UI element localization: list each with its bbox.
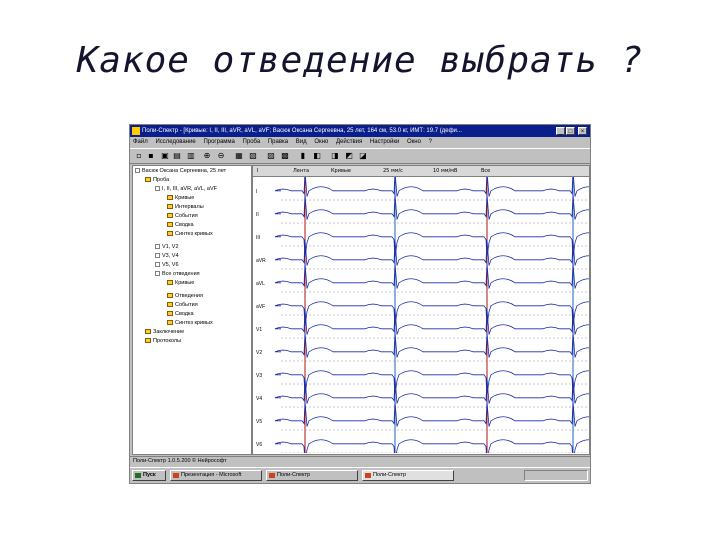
ecg-trace — [274, 439, 589, 453]
taskbar-item[interactable]: Поли-Спектр — [362, 470, 454, 481]
ecg-trace — [274, 370, 589, 396]
grid-icon[interactable]: ▧ — [248, 151, 258, 161]
ecg-header-field[interactable]: 25 мм/с — [383, 166, 403, 176]
menu-item[interactable]: Файл — [133, 139, 148, 145]
chart-icon[interactable]: ▮ — [298, 151, 308, 161]
menu-item[interactable]: Настройки — [370, 139, 399, 145]
new-icon[interactable]: ▫ — [134, 151, 144, 161]
tree-item[interactable]: Проба — [145, 176, 169, 184]
slide-title: Какое отведение выбрать ? — [76, 40, 644, 81]
minimize-button[interactable]: _ — [556, 127, 565, 135]
tree-panel: Васюк Оксана Сергеевна, 25 лет Проба I, … — [132, 165, 252, 455]
ecg-trace — [274, 240, 589, 266]
lead-icon[interactable]: ▨ — [266, 151, 276, 161]
ecg-header-field[interactable]: Кривые — [331, 166, 351, 176]
app-screenshot: Поли-Спектр - [Кривые: I, II, III, aVR, … — [129, 124, 591, 484]
tree-item[interactable]: I, II, III, aVR, aVL, aVF — [155, 185, 217, 193]
lead-label: II — [256, 212, 259, 218]
app-icon — [132, 127, 140, 135]
zoom-in-icon[interactable]: ⊕ — [202, 151, 212, 161]
lead-label: aVF — [256, 304, 265, 310]
taskbar-item[interactable]: Презентация - Microsoft — [170, 470, 262, 481]
tree-item[interactable]: Кривые — [167, 194, 194, 202]
tile-icon[interactable]: ◩ — [344, 151, 354, 161]
ecg-trace — [274, 309, 589, 335]
print-icon[interactable]: ▤ — [172, 151, 182, 161]
save-icon[interactable]: ▣ — [160, 151, 170, 161]
tree-item[interactable]: События — [167, 301, 198, 309]
lead-label: aVL — [256, 281, 265, 287]
taskbar: Пуск Презентация - Microsoft Поли-Спектр… — [130, 467, 590, 483]
ecg-header: I Лента Кривые 25 мм/с 10 мм/мВ Все — [253, 166, 589, 177]
menu-item[interactable]: Проба — [243, 139, 261, 145]
cascade-icon[interactable]: ◪ — [358, 151, 368, 161]
tree-item[interactable]: Заключение — [145, 328, 184, 336]
ecg-trace — [274, 401, 589, 427]
ecg-header-field: I — [257, 168, 259, 174]
tree-item[interactable]: События — [167, 212, 198, 220]
open-icon[interactable]: ▪ — [146, 151, 156, 161]
tree-item[interactable]: Протоколы — [145, 337, 181, 345]
menu-item[interactable]: Исследование — [155, 139, 195, 145]
menu-item[interactable]: Вид — [296, 139, 307, 145]
lead-label: V3 — [256, 373, 262, 379]
menu-item[interactable]: Правка — [268, 139, 288, 145]
ecg-trace — [274, 232, 589, 258]
lead-label: V5 — [256, 419, 262, 425]
tree-item[interactable]: Синтез кривых — [167, 319, 213, 327]
status-text: Поли-Спектр 1.0.5.200 © Нейрософт — [133, 458, 227, 464]
menu-item[interactable]: ? — [429, 139, 432, 145]
copy-icon[interactable]: ▥ — [186, 151, 196, 161]
measure-icon[interactable]: ◧ — [312, 151, 322, 161]
tree-item[interactable]: Кривые — [167, 279, 194, 287]
menu-item[interactable]: Окно — [407, 139, 421, 145]
ecg-chart[interactable]: IIIIIIaVRaVLaVFV1V2V3V4V5V6 — [253, 177, 589, 453]
tree-item[interactable]: Васюк Оксана Сергеевна, 25 лет — [135, 167, 226, 175]
window-title: Поли-Спектр - [Кривые: I, II, III, aVR, … — [142, 128, 462, 134]
tree-item[interactable]: Все отведения — [155, 270, 200, 278]
tree-item[interactable]: Сводка — [167, 310, 194, 318]
taskbar-item[interactable]: Поли-Спектр — [266, 470, 358, 481]
lead-label: V2 — [256, 350, 262, 356]
menu-item[interactable]: Окно — [314, 139, 328, 145]
ecg-header-field[interactable]: Все — [481, 166, 490, 176]
toolbar: ▫ ▪ ▣ ▤ ▥ ⊕ ⊖ ▦ ▧ ▨ ▩ ▮ ◧ ◨ ◩ ◪ — [130, 148, 590, 164]
ecg-trace — [274, 263, 589, 289]
window-titlebar: Поли-Спектр - [Кривые: I, II, III, aVR, … — [130, 125, 590, 137]
close-button[interactable]: × — [578, 127, 587, 135]
lead-label: V6 — [256, 442, 262, 448]
lead-label: III — [256, 235, 260, 241]
tree-item[interactable]: V1, V2 — [155, 243, 179, 251]
lead-label: aVR — [256, 258, 266, 264]
window-icon[interactable]: ◨ — [330, 151, 340, 161]
ecg-trace — [274, 177, 589, 197]
system-tray — [524, 470, 588, 481]
tree-item[interactable]: V3, V4 — [155, 252, 179, 260]
ecg-trace — [274, 332, 589, 358]
ecg-header-field[interactable]: 10 мм/мВ — [433, 166, 457, 176]
ruler-icon[interactable]: ▦ — [234, 151, 244, 161]
start-button[interactable]: Пуск — [132, 470, 166, 481]
maximize-button[interactable]: □ — [566, 127, 575, 135]
tree-item[interactable]: V5, V6 — [155, 261, 179, 269]
lead-label: V1 — [256, 327, 262, 333]
ecg-trace — [274, 301, 589, 327]
ecg-trace — [274, 378, 589, 404]
menu-item[interactable]: Действия — [336, 139, 362, 145]
zoom-out-icon[interactable]: ⊖ — [216, 151, 226, 161]
lead-label: V4 — [256, 396, 262, 402]
menu-item[interactable]: Программа — [203, 139, 234, 145]
status-bar: Поли-Спектр 1.0.5.200 © Нейрософт — [130, 456, 590, 466]
tree-item[interactable]: Синтез кривых — [167, 230, 213, 238]
tree-item[interactable]: Интервалы — [167, 203, 204, 211]
ecg-panel: I Лента Кривые 25 мм/с 10 мм/мВ Все I II I… — [252, 165, 590, 455]
tree-item[interactable]: Сводка — [167, 221, 194, 229]
filter-icon[interactable]: ▩ — [280, 151, 290, 161]
ecg-trace — [274, 194, 589, 220]
tree-item[interactable]: Отведения — [167, 292, 203, 300]
ecg-header-field[interactable]: Лента — [293, 166, 309, 176]
lead-label: I — [256, 189, 257, 195]
menu-bar: Файл Исследование Программа Проба Правка… — [130, 137, 590, 148]
